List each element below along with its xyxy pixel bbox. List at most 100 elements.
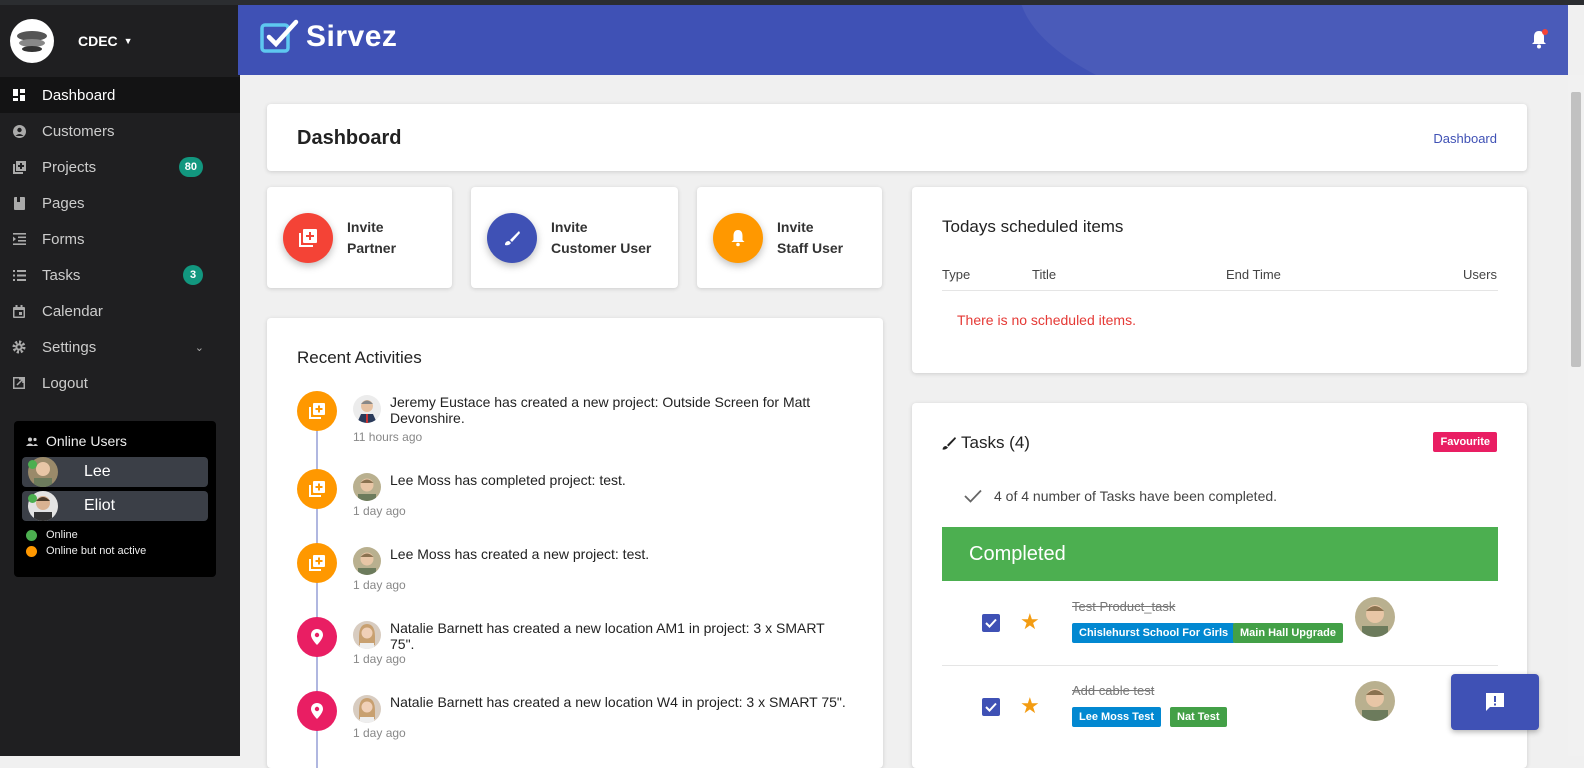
task-name[interactable]: Add cable test <box>1072 683 1154 698</box>
calendar-icon <box>12 304 26 318</box>
sidebar-nav: Dashboard Customers Projects 80 Pages Fo… <box>0 77 240 401</box>
activity-text: Lee Moss has completed project: test. <box>390 472 626 488</box>
tasks-count-badge: 3 <box>183 265 203 285</box>
sidebar-item-label: Logout <box>42 374 88 392</box>
chat-icon <box>1486 693 1504 711</box>
activity-item: Lee Moss has created a new project: test… <box>297 543 837 617</box>
projects-count-badge: 80 <box>178 157 203 177</box>
page-title: Dashboard <box>297 127 402 149</box>
sidebar-item-projects[interactable]: Projects 80 <box>0 149 240 185</box>
invite-customer-user-card[interactable]: Invite Customer User <box>471 187 678 288</box>
sidebar-item-label: Customers <box>42 122 115 140</box>
feedback-chat-button[interactable] <box>1451 674 1539 730</box>
online-user-eliot[interactable]: Eliot <box>22 491 208 521</box>
activity-item: Natalie Barnett has created a new locati… <box>297 691 846 765</box>
favourite-badge[interactable]: Favourite <box>1433 432 1497 452</box>
online-dot <box>26 529 37 541</box>
sidebar-item-dashboard[interactable]: Dashboard <box>0 77 240 113</box>
column-header-title: Title <box>1032 267 1057 282</box>
checkbox-logo-icon <box>260 19 299 53</box>
activity-item: Jeremy Eustace has created a new project… <box>297 391 837 465</box>
activity-time: 1 day ago <box>353 578 406 592</box>
task-checkbox[interactable] <box>982 614 1000 632</box>
avatar <box>353 695 381 723</box>
task-tag: Chislehurst School For Girls <box>1072 623 1236 643</box>
online-user-name: Eliot <box>84 497 116 514</box>
sidebar-item-pages[interactable]: Pages <box>0 185 240 221</box>
add-box-icon <box>297 469 337 509</box>
sidebar-item-label: Settings <box>42 338 97 356</box>
sidebar-item-settings[interactable]: Settings ⌄ <box>0 329 240 365</box>
task-tag: Lee Moss Test <box>1072 707 1161 727</box>
task-row[interactable]: ★ Add cable test Lee Moss Test Nat Test <box>942 669 1498 753</box>
caret-down-icon: ▼ <box>123 36 133 46</box>
invite-staff-user-label: Invite Staff User <box>777 218 844 256</box>
add-box-icon <box>297 391 337 431</box>
recent-activities-card: Recent Activities Jeremy Eustace has cre… <box>267 318 883 768</box>
invite-partner-button[interactable] <box>283 212 333 263</box>
activity-text: Natalie Barnett has created a new locati… <box>390 620 825 652</box>
invite-customer-user-label: Invite Customer User <box>551 218 652 256</box>
scheduled-items-title: Todays scheduled items <box>942 217 1124 236</box>
header-decoration <box>1018 5 1568 75</box>
people-icon <box>26 437 38 446</box>
sidebar-item-label: Tasks <box>42 266 81 284</box>
inactive-dot <box>26 545 37 557</box>
org-switcher[interactable]: CDEC ▼ <box>0 5 240 77</box>
online-user-lee[interactable]: Lee <box>22 457 208 487</box>
sidebar-item-calendar[interactable]: Calendar <box>0 293 240 329</box>
star-icon[interactable]: ★ <box>1020 693 1040 719</box>
projects-icon <box>12 160 26 174</box>
activity-time: 1 day ago <box>353 652 406 666</box>
avatar <box>353 621 381 649</box>
activity-time: 1 day ago <box>353 726 406 740</box>
brush-icon <box>505 230 520 245</box>
bell-icon <box>1532 29 1548 49</box>
invite-staff-user-button[interactable] <box>713 212 763 263</box>
tasks-title: Tasks (4) <box>942 433 1030 453</box>
gear-icon <box>12 340 26 354</box>
task-name[interactable]: Test Product_task <box>1072 599 1175 614</box>
task-divider <box>942 665 1498 666</box>
scrollbar-thumb[interactable] <box>1571 92 1581 367</box>
avatar <box>353 547 381 575</box>
brush-icon <box>942 437 956 450</box>
sidebar-item-forms[interactable]: Forms <box>0 221 240 257</box>
legend-online: Online <box>26 529 208 541</box>
add-box-icon <box>297 543 337 583</box>
star-icon[interactable]: ★ <box>1020 609 1040 635</box>
sidebar-item-label: Forms <box>42 230 85 248</box>
page-scrollbar[interactable] <box>1568 75 1584 756</box>
invite-customer-user-button[interactable] <box>487 212 537 263</box>
book-icon <box>12 196 26 210</box>
location-pin-icon <box>297 691 337 731</box>
brand-name: Sirvez <box>306 20 398 53</box>
avatar <box>1355 597 1395 637</box>
activity-item: Natalie Barnett has created a new locati… <box>297 617 837 691</box>
avatar <box>1355 681 1395 721</box>
sidebar-item-tasks[interactable]: Tasks 3 <box>0 257 240 293</box>
task-row[interactable]: ★ Test Product_task Chislehurst School F… <box>942 585 1498 669</box>
online-status-dot <box>28 494 37 503</box>
table-divider <box>942 290 1498 291</box>
logout-icon <box>12 376 26 390</box>
activity-time: 1 day ago <box>353 504 406 518</box>
tasks-card: Tasks (4) Favourite 4 of 4 number of Tas… <box>912 403 1527 768</box>
invite-staff-user-card[interactable]: Invite Staff User <box>697 187 882 288</box>
completed-summary: 4 of 4 number of Tasks have been complet… <box>964 488 1277 504</box>
sidebar-item-logout[interactable]: Logout <box>0 365 240 401</box>
org-name: CDEC <box>78 33 118 49</box>
sidebar-item-customers[interactable]: Customers <box>0 113 240 149</box>
avatar <box>353 473 381 501</box>
task-checkbox[interactable] <box>982 698 1000 716</box>
online-users-title: Online Users <box>26 433 208 449</box>
activity-text: Lee Moss has created a new project: test… <box>390 546 650 562</box>
activity-text: Jeremy Eustace has created a new project… <box>390 394 811 426</box>
sidebar: CDEC ▼ Dashboard Customers Projects 80 P… <box>0 5 240 756</box>
invite-partner-card[interactable]: Invite Partner <box>267 187 452 288</box>
app-logo[interactable]: Sirvez <box>260 19 397 55</box>
breadcrumb[interactable]: Dashboard <box>1433 131 1497 146</box>
notifications-button[interactable] <box>1530 29 1548 54</box>
page-title-card: Dashboard Dashboard <box>267 104 1527 171</box>
task-tag: Main Hall Upgrade <box>1233 623 1343 643</box>
